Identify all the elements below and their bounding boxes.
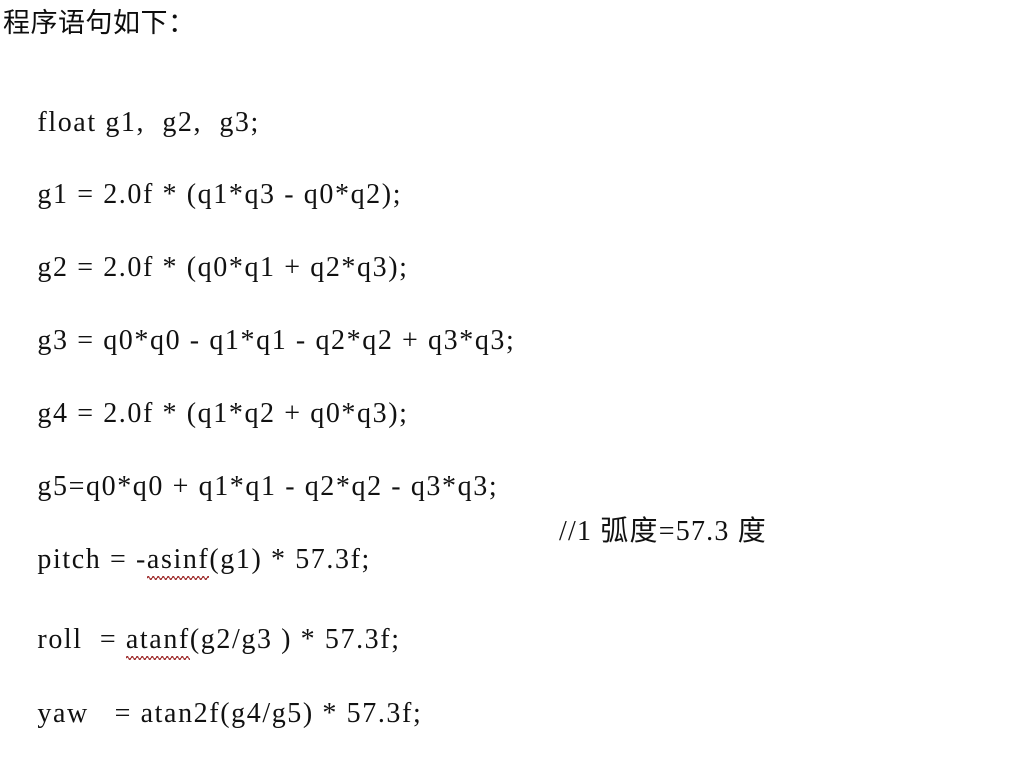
code-line-roll: roll = atanf(g2/g3 ) * 57.3f; [3,598,401,682]
heading-program-statements: 程序语句如下： [3,8,196,38]
spellcheck-underline-asinf: asinf [146,544,210,575]
code-line-yaw: yaw = atan2f(g4/g5) * 57.3f; [3,672,422,756]
code-text-roll-suffix: (g2/g3 ) * 57.3f; [189,624,401,655]
code-line-g5: g5=q0*q0 + q1*q1 - q2*q2 - q3*q3; [3,445,498,529]
code-line-g2: g2 = 2.0f * (q0*q1 + q2*q3); [3,226,409,310]
code-text-roll-prefix: roll = [37,624,126,655]
code-text-g2: g2 = 2.0f * (q0*q1 + q2*q3); [37,252,409,283]
code-text-g3: g3 = q0*q0 - q1*q1 - q2*q2 + q3*q3; [37,325,516,356]
code-text-g1: g1 = 2.0f * (q1*q3 - q0*q2); [37,179,403,210]
code-line-g1: g1 = 2.0f * (q1*q3 - q0*q2); [3,153,402,237]
document-page: 程序语句如下： float g1, g2, g3; g1 = 2.0f * (q… [0,0,1013,728]
code-text-pitch-prefix: pitch = - [37,544,147,575]
code-text-yaw: yaw = atan2f(g4/g5) * 57.3f; [37,698,423,729]
code-line-g3: g3 = q0*q0 - q1*q1 - q2*q2 + q3*q3; [3,299,515,383]
code-line-g4: g4 = 2.0f * (q1*q2 + q0*q3); [3,372,409,456]
code-text-declaration: float g1, g2, g3; [37,107,260,138]
spellcheck-underline-atanf: atanf [125,624,190,655]
code-comment-radian-to-degree: //1 弧度=57.3 度 [559,516,767,547]
code-text-g4: g4 = 2.0f * (q1*q2 + q0*q3); [37,398,409,429]
code-text-g5: g5=q0*q0 + q1*q1 - q2*q2 - q3*q3; [37,471,499,502]
code-text-pitch-suffix: (g1) * 57.3f; [209,544,371,575]
